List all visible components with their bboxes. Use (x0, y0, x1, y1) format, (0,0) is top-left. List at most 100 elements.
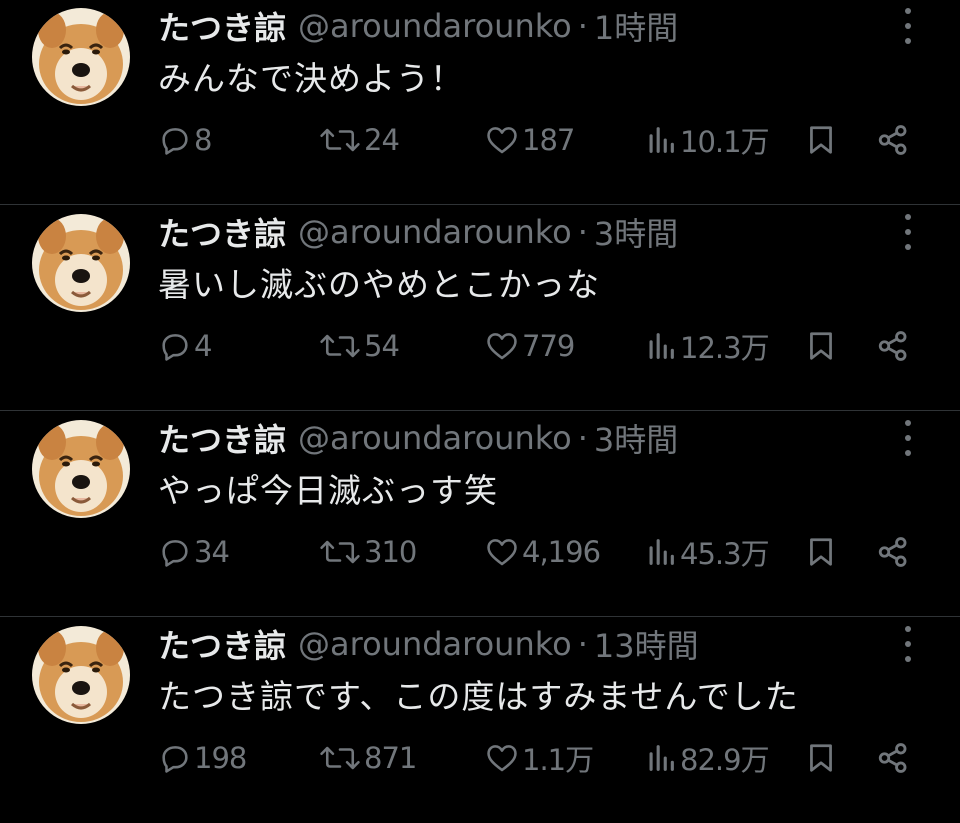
more-options-button[interactable] (900, 420, 916, 456)
separator-dot: · (577, 213, 588, 251)
retweet-count: 24 (364, 123, 400, 157)
reply-button[interactable]: 4 (158, 324, 212, 368)
shiba-avatar-icon (32, 214, 130, 312)
avatar[interactable] (32, 8, 130, 106)
tweet-3[interactable]: たつき諒 @aroundarounko · 3時間 やっぱ今日滅ぶっす笑 34 (0, 412, 960, 617)
user-handle[interactable]: @aroundarounko (298, 213, 572, 251)
bookmark-button[interactable] (806, 118, 836, 162)
retweet-arrows-icon (320, 746, 360, 770)
view-count: 45.3万 (680, 537, 770, 571)
bookmark-icon (810, 538, 832, 566)
heart-icon (487, 539, 517, 566)
reply-count: 34 (194, 535, 230, 569)
bar-chart-icon (649, 539, 674, 565)
like-button[interactable]: 187 (484, 118, 575, 162)
share-button[interactable] (876, 530, 910, 574)
tweet-text: たつき諒です、この度はすみませんでした (158, 677, 799, 716)
speech-bubble-icon (162, 746, 188, 773)
tweet-actions: 8 24 187 10.1万 (158, 118, 918, 162)
speech-bubble-icon (162, 334, 188, 361)
reply-count: 198 (194, 741, 247, 775)
avatar[interactable] (32, 214, 130, 312)
user-handle[interactable]: @aroundarounko (298, 419, 572, 457)
retweet-button[interactable]: 24 (318, 118, 400, 162)
retweet-button[interactable]: 54 (318, 324, 400, 368)
tweet-1[interactable]: たつき諒 @aroundarounko · 1時間 みんなで決めよう！ 8 24… (0, 0, 960, 205)
speech-bubble-icon (162, 128, 188, 155)
like-button[interactable]: 1.1万 (484, 736, 594, 780)
retweet-count: 54 (364, 329, 400, 363)
shiba-avatar-icon (32, 420, 130, 518)
timestamp[interactable]: 3時間 (594, 209, 678, 255)
tweet-text: 暑いし滅ぶのやめとこかっな (158, 265, 600, 304)
retweet-arrows-icon (320, 128, 360, 152)
timestamp[interactable]: 3時間 (594, 415, 678, 461)
share-button[interactable] (876, 736, 910, 780)
bar-chart-icon (649, 127, 674, 153)
timestamp[interactable]: 1時間 (594, 3, 678, 49)
avatar[interactable] (32, 420, 130, 518)
retweet-count: 310 (364, 535, 417, 569)
reply-button[interactable]: 8 (158, 118, 212, 162)
vertical-dots-icon (905, 420, 911, 426)
vertical-dots-icon (905, 8, 911, 14)
view-count: 12.3万 (680, 331, 770, 365)
share-button[interactable] (876, 324, 910, 368)
like-button[interactable]: 779 (484, 324, 575, 368)
bookmark-button[interactable] (806, 530, 836, 574)
more-options-button[interactable] (900, 626, 916, 662)
vertical-dots-icon (905, 214, 911, 220)
share-nodes-icon (878, 537, 907, 567)
views-button[interactable]: 10.1万 (644, 118, 770, 162)
retweet-button[interactable]: 871 (318, 736, 417, 780)
views-button[interactable]: 12.3万 (644, 324, 770, 368)
tweet-actions: 34 310 4,196 45.3万 (158, 530, 918, 574)
view-count: 82.9万 (680, 743, 770, 777)
more-options-button[interactable] (900, 214, 916, 250)
like-button[interactable]: 4,196 (484, 530, 601, 574)
shiba-avatar-icon (32, 8, 130, 106)
vertical-dots-icon (905, 626, 911, 632)
bookmark-button[interactable] (806, 736, 836, 780)
share-nodes-icon (878, 125, 907, 155)
more-options-button[interactable] (900, 8, 916, 44)
timestamp[interactable]: 13時間 (594, 621, 699, 667)
bookmark-icon (810, 126, 832, 154)
bookmark-icon (810, 744, 832, 772)
retweet-arrows-icon (320, 334, 360, 358)
view-count: 10.1万 (680, 125, 770, 159)
heart-icon (487, 127, 517, 154)
views-button[interactable]: 45.3万 (644, 530, 770, 574)
display-name[interactable]: たつき諒 (158, 209, 286, 255)
separator-dot: · (577, 625, 588, 663)
bar-chart-icon (649, 333, 674, 359)
reply-count: 4 (194, 329, 212, 363)
tweet-actions: 4 54 779 12.3万 (158, 324, 918, 368)
display-name[interactable]: たつき諒 (158, 415, 286, 461)
share-button[interactable] (876, 118, 910, 162)
like-count: 1.1万 (522, 743, 594, 777)
tweet-text: やっぱ今日滅ぶっす笑 (158, 471, 498, 510)
reply-button[interactable]: 198 (158, 736, 247, 780)
reply-button[interactable]: 34 (158, 530, 230, 574)
tweet-header: たつき諒 @aroundarounko · 1時間 (158, 3, 678, 49)
like-count: 4,196 (522, 535, 601, 569)
avatar[interactable] (32, 626, 130, 724)
retweet-arrows-icon (320, 540, 360, 564)
tweet-header: たつき諒 @aroundarounko · 3時間 (158, 209, 678, 255)
display-name[interactable]: たつき諒 (158, 621, 286, 667)
bookmark-icon (810, 332, 832, 360)
tweet-4[interactable]: たつき諒 @aroundarounko · 13時間 たつき諒です、この度はすみ… (0, 618, 960, 823)
tweet-header: たつき諒 @aroundarounko · 3時間 (158, 415, 678, 461)
tweet-text: みんなで決めよう！ (158, 59, 464, 98)
tweet-2[interactable]: たつき諒 @aroundarounko · 3時間 暑いし滅ぶのやめとこかっな … (0, 206, 960, 411)
bookmark-button[interactable] (806, 324, 836, 368)
views-button[interactable]: 82.9万 (644, 736, 770, 780)
display-name[interactable]: たつき諒 (158, 3, 286, 49)
user-handle[interactable]: @aroundarounko (298, 7, 572, 45)
bar-chart-icon (649, 745, 674, 771)
separator-dot: · (577, 419, 588, 457)
share-nodes-icon (878, 331, 907, 361)
retweet-button[interactable]: 310 (318, 530, 417, 574)
user-handle[interactable]: @aroundarounko (298, 625, 572, 663)
